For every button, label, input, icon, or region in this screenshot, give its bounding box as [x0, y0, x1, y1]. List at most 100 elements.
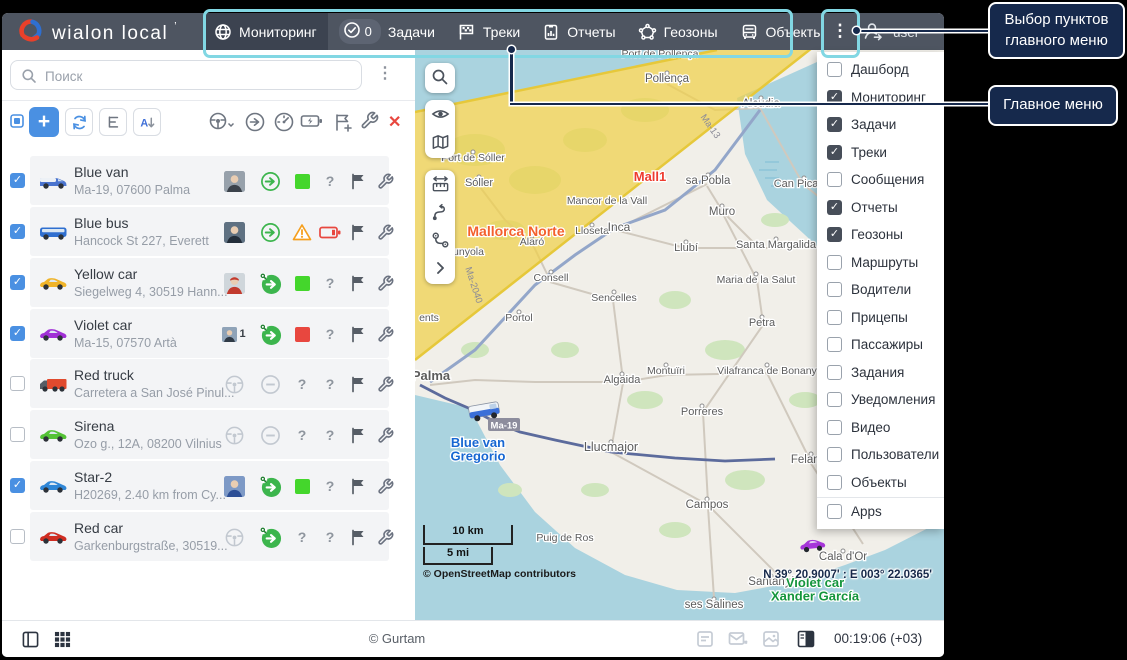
tree-view-button[interactable] [99, 108, 127, 136]
menu-item-units[interactable]: Объекты [817, 469, 944, 497]
unit-checkbox-checked[interactable]: ✓ [10, 326, 25, 341]
map-source-icon[interactable] [425, 128, 455, 156]
unit-row[interactable]: Blue bus Hancock St 227, Everett [30, 207, 393, 256]
split-panel-icon[interactable] [797, 630, 815, 653]
menu-item-dashboard[interactable]: Дашборд [817, 56, 944, 84]
add-unit-button[interactable]: + [29, 107, 59, 137]
geofence-flag-icon[interactable] [346, 474, 370, 498]
user-menu[interactable]: user [862, 20, 919, 45]
unit-checkbox-checked[interactable]: ✓ [10, 478, 25, 493]
unit-settings-wrench-icon[interactable] [373, 423, 397, 447]
driver-photo[interactable]: 1 [222, 322, 246, 346]
search-options-kebab-icon[interactable]: ⋮ [376, 63, 394, 87]
add-geofence-flag-icon[interactable] [332, 111, 354, 133]
menu-item-messages[interactable]: Сообщения [817, 166, 944, 194]
unchecked-checkbox[interactable] [827, 254, 842, 270]
nav-item-monitoring[interactable]: Мониторинг [203, 13, 328, 50]
menu-item-reports[interactable]: ✓ Отчеты [817, 194, 944, 222]
menu-item-monitoring[interactable]: ✓ Мониторинг [817, 84, 944, 112]
unit-settings-wrench-icon[interactable] [373, 372, 397, 396]
unit-name[interactable]: Violet car [74, 317, 132, 333]
map-search-icon[interactable] [425, 63, 455, 91]
unit-row[interactable]: Star-2 H20269, 2.40 km from Cy...? [30, 461, 393, 510]
menu-item-apps[interactable]: Apps [817, 497, 944, 526]
unchecked-checkbox[interactable] [827, 337, 842, 353]
menu-item-tasks[interactable]: ✓ Задачи [817, 111, 944, 139]
geofence-flag-icon[interactable] [346, 169, 370, 193]
driver-photo[interactable] [222, 271, 246, 295]
menu-item-notifications[interactable]: Уведомления [817, 386, 944, 414]
unchecked-checkbox[interactable] [827, 172, 842, 188]
refresh-button[interactable] [65, 108, 93, 136]
unit-row[interactable]: Yellow car Siegelweg 4, 30519 Hann...? [30, 258, 393, 307]
media-image-icon[interactable] [762, 630, 780, 653]
unit-checkbox-checked[interactable]: ✓ [10, 173, 25, 188]
geofence-flag-icon[interactable] [346, 423, 370, 447]
menu-item-trailers[interactable]: Прицепы [817, 304, 944, 332]
nav-item-tasks[interactable]: 0 Задачи [328, 13, 446, 50]
unchecked-checkbox[interactable] [827, 309, 842, 325]
unit-checkbox-checked[interactable]: ✓ [10, 275, 25, 290]
unit-settings-wrench-icon[interactable] [373, 322, 397, 346]
geofence-flag-icon[interactable] [346, 525, 370, 549]
nav-item-geofences[interactable]: Геозоны [627, 13, 729, 50]
unit-name[interactable]: Sirena [74, 418, 114, 434]
unit-checkbox-unchecked[interactable] [10, 427, 25, 442]
sensor-state-icon[interactable] [273, 111, 295, 133]
unit-settings-wrench-icon[interactable] [373, 169, 397, 193]
unit-settings-wrench-icon[interactable] [373, 474, 397, 498]
unit-name[interactable]: Star-2 [74, 469, 112, 485]
unit-row[interactable]: Red truck Carretera a San José Pinul...?? [30, 359, 393, 408]
unit-name[interactable]: Blue bus [74, 215, 128, 231]
unit-row[interactable]: Red car Garkenburgstraße, 30519...?? [30, 512, 393, 561]
unit-settings-wrench-icon[interactable] [373, 271, 397, 295]
unchecked-checkbox[interactable] [827, 392, 842, 408]
map-search-tool[interactable] [425, 63, 455, 93]
geofence-flag-icon[interactable] [346, 322, 370, 346]
menu-item-users[interactable]: Пользователи [817, 441, 944, 469]
apps-grid-icon[interactable] [54, 631, 71, 653]
unit-name[interactable]: Red truck [74, 367, 134, 383]
unchecked-checkbox[interactable] [827, 282, 842, 298]
motion-filter-icon[interactable] [244, 111, 266, 133]
geofence-flag-icon[interactable] [346, 220, 370, 244]
checked-checkbox[interactable]: ✓ [827, 199, 842, 215]
menu-item-video[interactable]: Видео [817, 414, 944, 442]
toggle-sidebar-icon[interactable] [22, 631, 39, 653]
sort-button[interactable]: A [133, 108, 161, 136]
unit-checkbox-unchecked[interactable] [10, 529, 25, 544]
unchecked-checkbox[interactable] [827, 447, 842, 463]
menu-item-routes[interactable]: Маршруты [817, 249, 944, 277]
expand-chevron-icon[interactable] [425, 254, 455, 282]
unchecked-checkbox[interactable] [827, 474, 842, 490]
unit-name[interactable]: Yellow car [74, 266, 137, 282]
nav-item-reports[interactable]: Отчеты [531, 13, 626, 50]
search-input[interactable] [43, 63, 347, 89]
nav-item-units[interactable]: Объекты [729, 13, 835, 50]
track-route-icon[interactable] [425, 198, 455, 226]
nav-item-tracks[interactable]: Треки [446, 13, 531, 50]
checked-checkbox[interactable]: ✓ [827, 227, 842, 243]
unchecked-checkbox[interactable] [827, 364, 842, 380]
no-driver-wheel-icon[interactable] [222, 372, 246, 396]
menu-item-jobs[interactable]: Задания [817, 359, 944, 387]
clear-selection-x-icon[interactable]: ✕ [388, 112, 401, 132]
driver-filter-icon[interactable] [208, 111, 234, 133]
unchecked-checkbox[interactable] [827, 504, 842, 520]
unit-checkbox-unchecked[interactable] [10, 376, 25, 391]
ruler-icon[interactable] [425, 170, 455, 198]
no-driver-wheel-icon[interactable] [222, 525, 246, 549]
unchecked-checkbox[interactable] [827, 62, 842, 78]
checked-checkbox[interactable]: ✓ [827, 144, 842, 160]
unit-settings-wrench-icon[interactable] [373, 220, 397, 244]
menu-customizer-kebab-icon[interactable]: ⋮ [830, 19, 850, 43]
unit-row[interactable]: Blue van Ma-19, 07600 Palma? [30, 156, 393, 205]
visibility-eye-icon[interactable] [425, 100, 455, 128]
unit-row[interactable]: Sirena Ozo g., 12A, 08200 Vilnius?? [30, 410, 393, 459]
driver-photo[interactable] [222, 220, 246, 244]
unit-name[interactable]: Blue van [74, 164, 128, 180]
unit-settings-wrench-icon[interactable] [373, 525, 397, 549]
select-all-checkbox[interactable] [10, 114, 24, 128]
routing-pins-icon[interactable] [425, 226, 455, 254]
no-driver-wheel-icon[interactable] [222, 423, 246, 447]
